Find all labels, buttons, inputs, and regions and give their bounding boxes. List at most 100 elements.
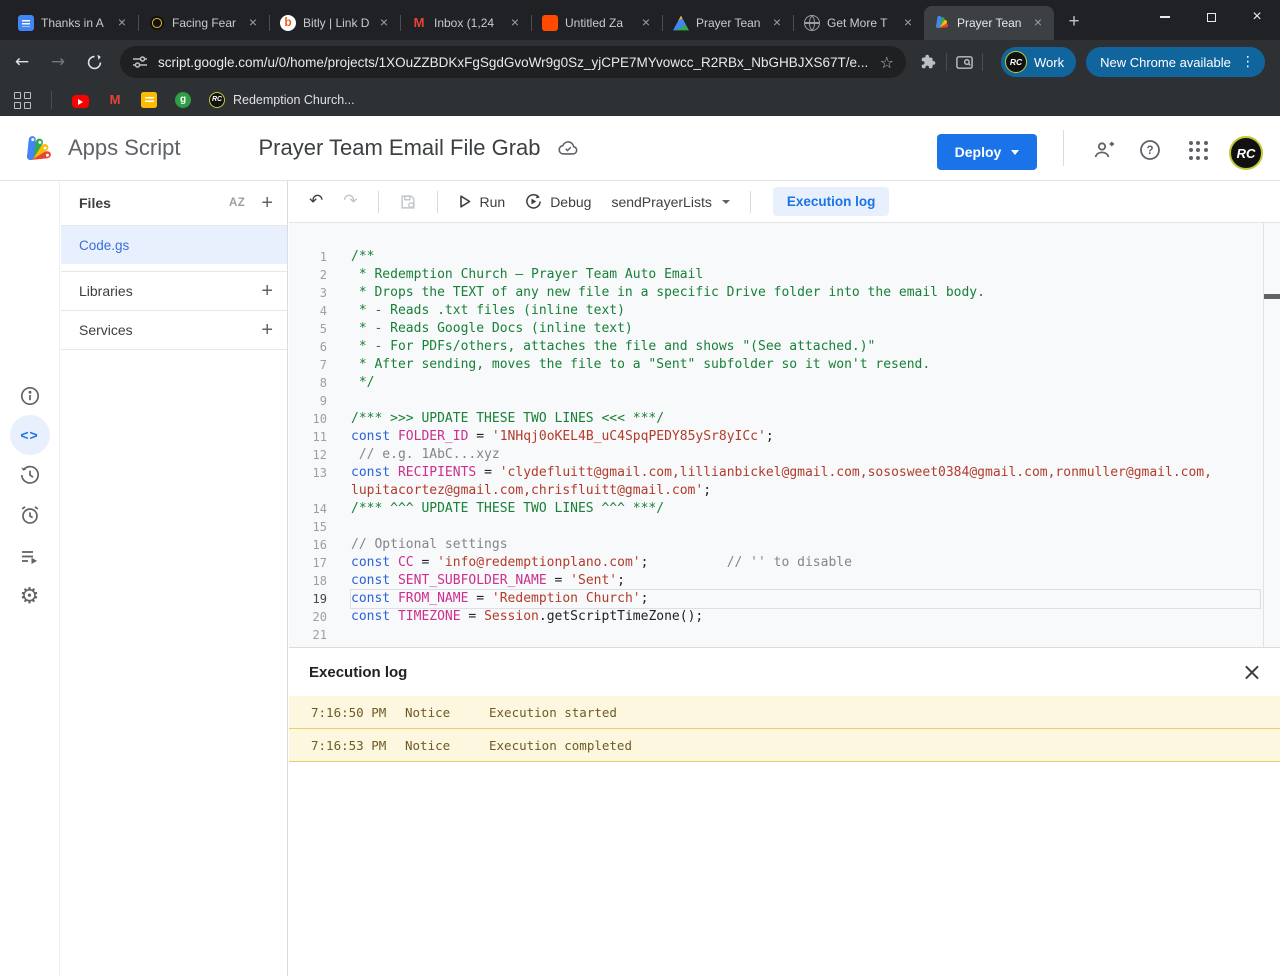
share-add-user-icon[interactable] bbox=[1092, 138, 1116, 162]
code-line[interactable]: 12 // e.g. 1AbC...xyz bbox=[289, 446, 1280, 464]
close-log-icon[interactable]: × bbox=[1242, 660, 1262, 684]
tab-close-icon[interactable]: × bbox=[769, 15, 785, 31]
browser-tab[interactable]: Facing Fear× bbox=[139, 6, 269, 40]
code-line[interactable]: lupitacortez@gmail.com,chrisfluitt@gmail… bbox=[289, 482, 1280, 500]
bookmark-keep[interactable] bbox=[141, 92, 157, 108]
browser-tab-active[interactable]: Prayer Tean× bbox=[924, 6, 1054, 40]
code-text[interactable]: const TIMEZONE = Session.getScriptTimeZo… bbox=[351, 608, 1260, 626]
address-bar[interactable]: script.google.com/u/0/home/projects/1XOu… bbox=[120, 46, 906, 78]
files-section-services[interactable]: Services+ bbox=[61, 310, 287, 350]
function-picker[interactable]: sendPrayerLists bbox=[603, 190, 737, 214]
overview-info-icon[interactable] bbox=[10, 376, 50, 416]
code-line[interactable]: 11const FOLDER_ID = '1NHqj0oKEL4B_uC4Spq… bbox=[289, 428, 1280, 446]
code-text[interactable]: */ bbox=[351, 374, 1260, 392]
code-text[interactable] bbox=[351, 518, 1260, 536]
code-text[interactable]: * Redemption Church — Prayer Team Auto E… bbox=[351, 266, 1260, 284]
code-text[interactable]: lupitacortez@gmail.com,chrisfluitt@gmail… bbox=[351, 482, 1260, 500]
code-text[interactable] bbox=[351, 626, 1260, 644]
browser-tab[interactable]: Inbox (1,24× bbox=[401, 6, 531, 40]
apps-grid-icon[interactable] bbox=[14, 92, 31, 109]
code-text[interactable]: * - Reads .txt files (inline text) bbox=[351, 302, 1260, 320]
code-text[interactable]: * After sending, moves the file to a "Se… bbox=[351, 356, 1260, 374]
back-button[interactable]: ← bbox=[8, 48, 36, 76]
code-text[interactable]: const SENT_SUBFOLDER_NAME = 'Sent'; bbox=[351, 572, 1260, 590]
bookmark-rc[interactable]: Redemption Church... bbox=[209, 92, 355, 108]
code-line[interactable]: 10/*** >>> UPDATE THESE TWO LINES <<< **… bbox=[289, 410, 1280, 428]
code-text[interactable]: * - For PDFs/others, attaches the file a… bbox=[351, 338, 1260, 356]
bookmark-gmail[interactable] bbox=[107, 92, 123, 108]
code-line[interactable]: 9 bbox=[289, 392, 1280, 410]
settings-gear-icon[interactable]: ⚙ bbox=[10, 576, 50, 616]
code-line[interactable]: 18const SENT_SUBFOLDER_NAME = 'Sent'; bbox=[289, 572, 1280, 590]
project-history-icon[interactable] bbox=[10, 455, 50, 495]
code-line[interactable]: 14/*** ^^^ UPDATE THESE TWO LINES ^^^ **… bbox=[289, 500, 1280, 518]
code-line[interactable]: 21 bbox=[289, 626, 1280, 644]
code-line[interactable]: 13const RECIPIENTS = 'clydefluitt@gmail.… bbox=[289, 464, 1280, 482]
undo-button[interactable]: ↶ bbox=[301, 189, 331, 214]
run-button[interactable]: Run bbox=[450, 190, 514, 214]
triggers-alarm-icon[interactable] bbox=[10, 495, 50, 535]
browser-tab[interactable]: Untitled Za× bbox=[532, 6, 662, 40]
browser-tab[interactable]: Get More T× bbox=[794, 6, 924, 40]
site-settings-icon[interactable] bbox=[132, 54, 148, 70]
code-line[interactable]: 20const TIMEZONE = Session.getScriptTime… bbox=[289, 608, 1280, 626]
file-item-code-gs[interactable]: Code.gs bbox=[61, 226, 287, 264]
sort-az-icon[interactable]: AZ bbox=[229, 197, 245, 209]
tab-close-icon[interactable]: × bbox=[638, 15, 654, 31]
browser-tab[interactable]: Thanks in A× bbox=[8, 6, 138, 40]
tab-close-icon[interactable]: × bbox=[1030, 15, 1046, 31]
add-file-button[interactable]: + bbox=[261, 193, 273, 213]
new-tab-button[interactable]: + bbox=[1060, 9, 1088, 37]
code-line[interactable]: 6 * - For PDFs/others, attaches the file… bbox=[289, 338, 1280, 356]
code-text[interactable]: const RECIPIENTS = 'clydefluitt@gmail.co… bbox=[351, 464, 1260, 482]
redo-button[interactable]: ↷ bbox=[335, 189, 365, 214]
close-window-button[interactable]: × bbox=[1234, 0, 1280, 34]
extensions-icon[interactable] bbox=[920, 53, 938, 71]
code-line[interactable]: 1/** bbox=[289, 248, 1280, 266]
code-line[interactable]: 7 * After sending, moves the file to a "… bbox=[289, 356, 1280, 374]
browser-tab[interactable]: Prayer Tean× bbox=[663, 6, 793, 40]
code-text[interactable]: /*** ^^^ UPDATE THESE TWO LINES ^^^ ***/ bbox=[351, 500, 1260, 518]
code-text[interactable]: * Drops the TEXT of any new file in a sp… bbox=[351, 284, 1260, 302]
browser-menu-icon[interactable]: ⋮ bbox=[1237, 54, 1259, 70]
code-area[interactable]: 1/**2 * Redemption Church — Prayer Team … bbox=[289, 223, 1280, 647]
browser-tab[interactable]: Bitly | Link D× bbox=[270, 6, 400, 40]
bookmark-youtube[interactable] bbox=[72, 94, 89, 107]
files-section-libraries[interactable]: Libraries+ bbox=[61, 271, 287, 311]
google-apps-grid-icon[interactable] bbox=[1186, 138, 1210, 162]
deploy-button[interactable]: Deploy bbox=[937, 134, 1037, 170]
code-line[interactable]: 17const CC = 'info@redemptionplano.com';… bbox=[289, 554, 1280, 572]
add-services-button[interactable]: + bbox=[261, 320, 273, 340]
editor-code-icon[interactable]: <> bbox=[10, 415, 50, 455]
help-icon[interactable]: ? bbox=[1138, 138, 1162, 162]
code-line[interactable]: 19const FROM_NAME = 'Redemption Church'; bbox=[289, 590, 1280, 608]
tab-close-icon[interactable]: × bbox=[245, 15, 261, 31]
save-button[interactable] bbox=[391, 189, 425, 215]
code-text[interactable]: * - Reads Google Docs (inline text) bbox=[351, 320, 1260, 338]
scroll-position-marker[interactable] bbox=[1264, 294, 1280, 299]
maximize-button[interactable] bbox=[1188, 0, 1234, 34]
minimize-button[interactable] bbox=[1142, 0, 1188, 34]
code-line[interactable]: 16// Optional settings bbox=[289, 536, 1280, 554]
account-avatar[interactable]: RC bbox=[1229, 136, 1263, 170]
reload-button[interactable] bbox=[80, 48, 108, 76]
code-text[interactable]: const FROM_NAME = 'Redemption Church'; bbox=[351, 590, 1260, 608]
debug-button[interactable]: Debug bbox=[517, 189, 599, 214]
tab-close-icon[interactable]: × bbox=[900, 15, 916, 31]
add-libraries-button[interactable]: + bbox=[261, 281, 273, 301]
tab-close-icon[interactable]: × bbox=[507, 15, 523, 31]
profile-button[interactable]: RC Work bbox=[1001, 47, 1076, 77]
code-line[interactable]: 2 * Redemption Church — Prayer Team Auto… bbox=[289, 266, 1280, 284]
forward-button[interactable]: → bbox=[44, 48, 72, 76]
code-line[interactable]: 8 */ bbox=[289, 374, 1280, 392]
code-line[interactable]: 4 * - Reads .txt files (inline text) bbox=[289, 302, 1280, 320]
tab-close-icon[interactable]: × bbox=[114, 15, 130, 31]
execution-log-toggle-button[interactable]: Execution log bbox=[773, 187, 890, 216]
executions-icon[interactable] bbox=[10, 537, 50, 577]
code-text[interactable]: const CC = 'info@redemptionplano.com'; /… bbox=[351, 554, 1260, 572]
code-text[interactable] bbox=[351, 392, 1260, 410]
project-title[interactable]: Prayer Team Email File Grab bbox=[259, 135, 541, 161]
tab-close-icon[interactable]: × bbox=[376, 15, 392, 31]
code-text[interactable]: // Optional settings bbox=[351, 536, 1260, 554]
code-line[interactable]: 5 * - Reads Google Docs (inline text) bbox=[289, 320, 1280, 338]
